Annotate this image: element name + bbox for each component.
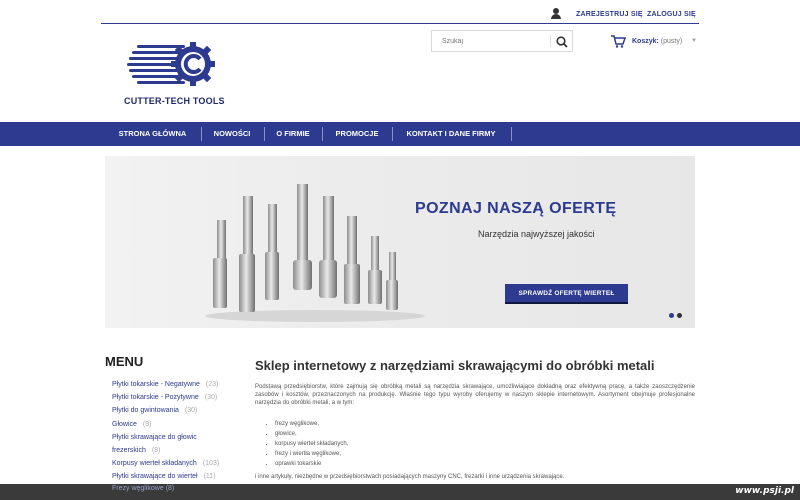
nav-item-about[interactable]: O FIRMIE	[268, 122, 318, 146]
menu-item-count: (30)	[184, 407, 198, 414]
login-link[interactable]: ZALOGUJ SIĘ	[647, 11, 696, 18]
nav-item-news[interactable]: NOWOŚCI	[205, 122, 259, 146]
cart-summary[interactable]: Koszyk: (pusty)	[632, 38, 682, 45]
check-offer-button[interactable]: SPRAWDŹ OFERTĘ WIERTEŁ	[505, 284, 628, 304]
menu-item-count: (8)	[165, 485, 175, 492]
nav-item-home[interactable]: STRONA GŁÓWNA	[110, 122, 195, 146]
nav-divider	[322, 127, 323, 141]
header-divider	[101, 23, 699, 24]
list-item: korpusy wierteł składanych,	[275, 439, 348, 449]
chevron-down-icon[interactable]: ▼	[691, 38, 697, 44]
menu-item-heads[interactable]: Głowice (9)	[112, 421, 151, 428]
menu-item-label: Płytki do gwintowania	[112, 407, 179, 414]
menu-item-milling-inserts-cont[interactable]: frezerskich (8)	[112, 447, 160, 454]
menu-item-threading-inserts[interactable]: Płytki do gwintowania (30)	[112, 407, 197, 414]
menu-title: MENU	[105, 354, 144, 369]
menu-item-count: (8)	[151, 447, 161, 454]
menu-item-label: Płytki tokarskie - Negatywne	[112, 381, 200, 388]
page-title: Sklep internetowy z narzędziami skrawają…	[255, 358, 655, 373]
menu-item-count: (11)	[203, 473, 216, 480]
cart-value: (pusty)	[660, 38, 683, 45]
product-list: frezy węglikowe, głowice, korpusy wierte…	[275, 419, 348, 469]
closing-paragraph: i inne artykuły, niezbędne w przedsiębio…	[255, 474, 565, 480]
banner-subtitle: Narzędzia najwyższej jakości	[478, 229, 595, 239]
nav-item-contact[interactable]: KONTAKT I DANE FIRMY	[396, 122, 506, 146]
nav-divider	[392, 127, 393, 141]
menu-item-carbide-mills[interactable]: Frezy węglikowe (8)	[112, 485, 174, 492]
nav-divider	[511, 127, 512, 141]
main-nav: STRONA GŁÓWNA NOWOŚCI O FIRMIE PROMOCJE …	[0, 122, 800, 146]
watermark: www.psji.pl	[735, 486, 794, 496]
search-divider	[550, 35, 551, 47]
slider-dot-2[interactable]	[677, 313, 682, 318]
menu-item-milling-inserts[interactable]: Płytki skrawające do głowic	[112, 434, 197, 441]
menu-item-label: Korpusy wierteł składanych	[112, 460, 197, 467]
hero-banner[interactable]: POZNAJ NASZĄ OFERTĘ Narzędzia najwyższej…	[105, 156, 695, 328]
user-icon	[551, 8, 561, 19]
menu-item-count: (9)	[142, 421, 152, 428]
list-item: oprawki tokarskie	[275, 459, 348, 469]
menu-item-drill-inserts[interactable]: Płytki skrawające do wierteł (11)	[112, 473, 216, 480]
nav-divider	[264, 127, 265, 141]
menu-item-label: Frezy węglikowe	[112, 485, 164, 492]
nav-item-promotions[interactable]: PROMOCJE	[326, 122, 388, 146]
menu-item-drill-bodies[interactable]: Korpusy wierteł składanych (103)	[112, 460, 219, 467]
menu-item-label: Płytki skrawające do głowic	[112, 434, 197, 441]
menu-item-count: (30)	[204, 394, 218, 401]
menu-item-count: (23)	[205, 381, 219, 388]
menu-item-label: Głowice	[112, 421, 137, 428]
list-item: frezy węglikowe,	[275, 419, 348, 429]
menu-item-label: Płytki skrawające do wierteł	[112, 473, 198, 480]
drill-tools-image	[205, 184, 425, 322]
intro-paragraph: Podstawą przedsiębiorstw, które zajmują …	[255, 384, 695, 406]
list-item: głowice,	[275, 429, 348, 439]
menu-item-negative-inserts[interactable]: Płytki tokarskie - Negatywne (23)	[112, 381, 218, 388]
menu-item-label: frezerskich	[112, 447, 146, 454]
list-item: frezy i wiertła węglikowe,	[275, 449, 348, 459]
slider-dot-1[interactable]	[669, 313, 674, 318]
menu-item-label: Płytki tokarskie - Pozytywne	[112, 394, 199, 401]
banner-title: POZNAJ NASZĄ OFERTĘ	[415, 200, 617, 217]
search-icon[interactable]	[556, 35, 568, 48]
cart-icon[interactable]	[611, 35, 627, 48]
search-input[interactable]	[432, 31, 550, 51]
search-box	[431, 30, 573, 52]
logo-text: CUTTER-TECH TOOLS	[124, 96, 225, 106]
cart-label: Koszyk:	[632, 38, 659, 45]
menu-item-count: (103)	[202, 460, 220, 467]
register-link[interactable]: ZAREJESTRUJ SIĘ	[576, 11, 643, 18]
nav-divider	[201, 127, 202, 141]
menu-item-positive-inserts[interactable]: Płytki tokarskie - Pozytywne (30)	[112, 394, 217, 401]
